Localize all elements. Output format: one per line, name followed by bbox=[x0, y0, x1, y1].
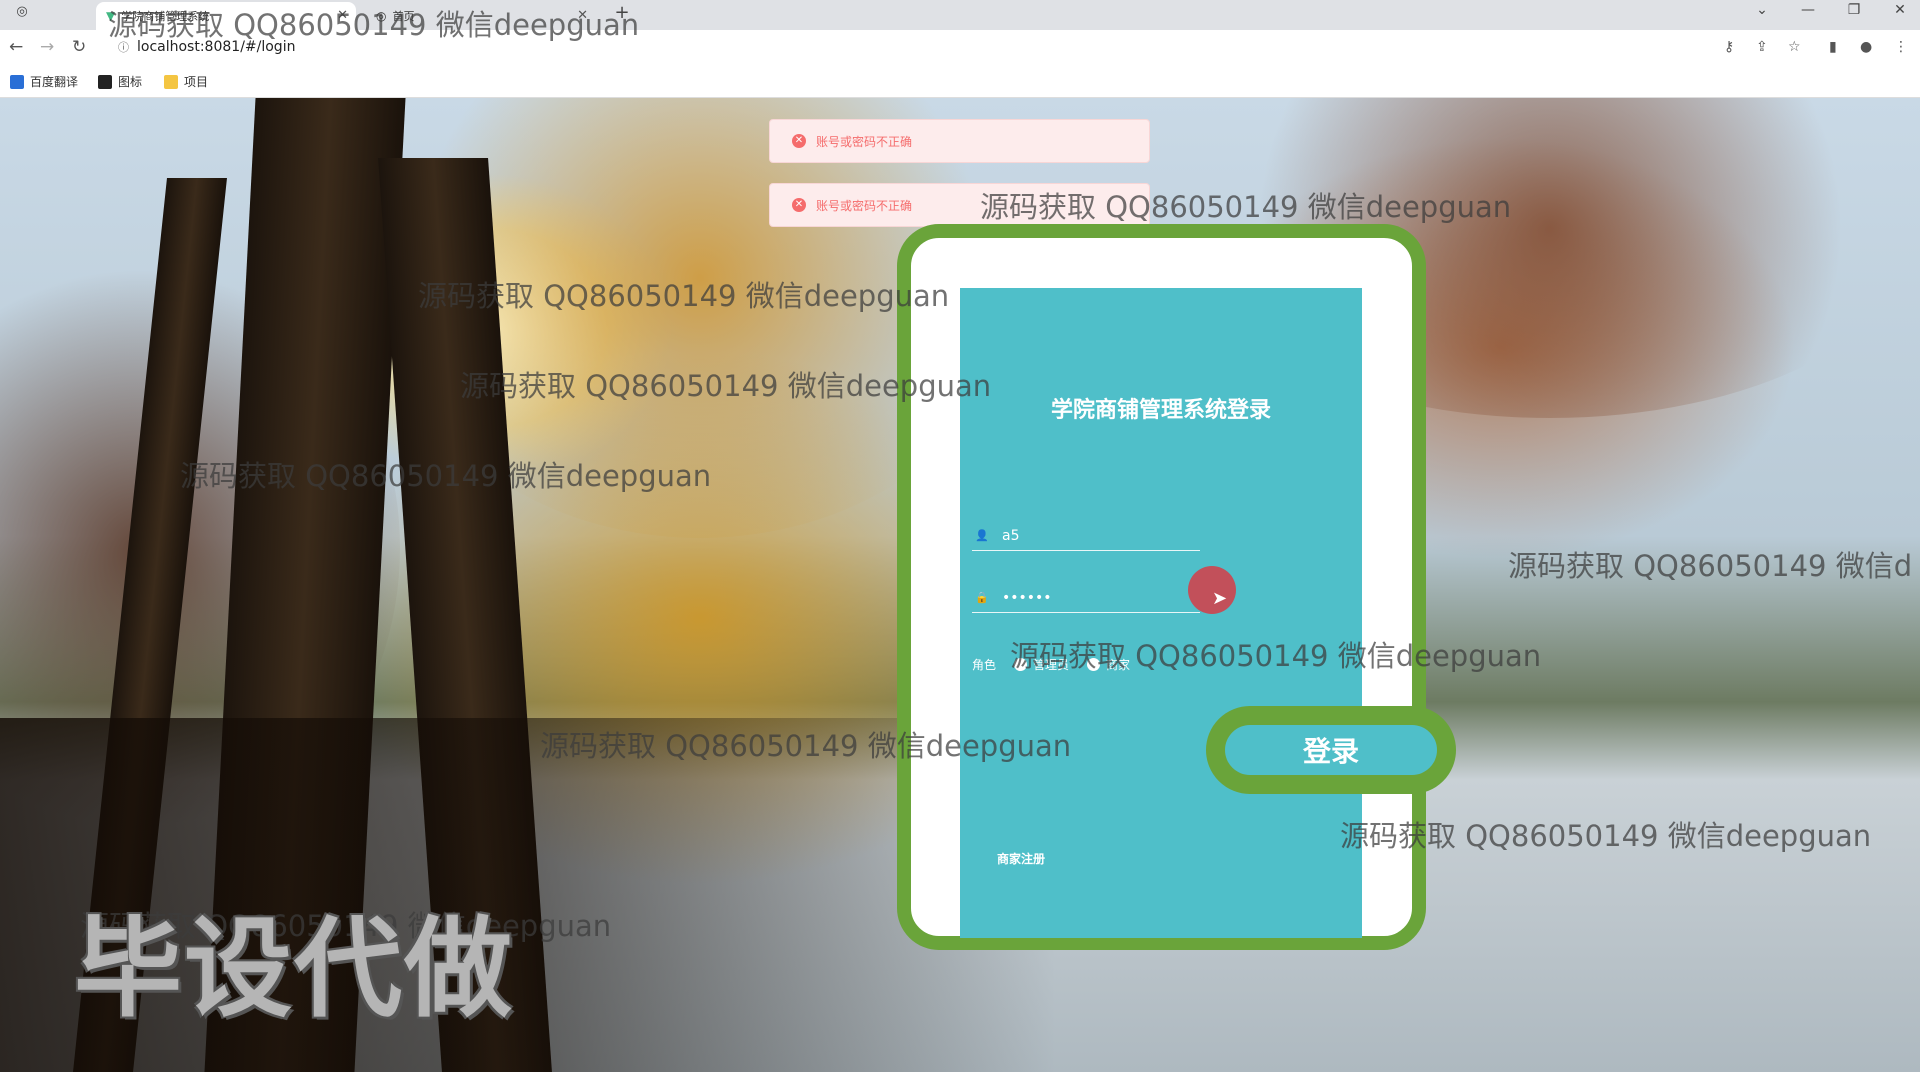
username-value: a5 bbox=[1002, 527, 1020, 544]
bookmark-baidu-translate[interactable]: 百度翻译 bbox=[10, 73, 78, 90]
screen: ◎ ▼ 学院商铺管理系统 ✕ ◎ 首页 ✕ + ⌄ — ❐ ✕ ← → ↻ ⓘ … bbox=[0, 0, 1920, 1072]
role-label: 角色 bbox=[972, 658, 997, 672]
page-title: 学院商铺管理系统登录 bbox=[1050, 398, 1271, 423]
folder-icon bbox=[164, 74, 178, 89]
mouse-cursor-icon: ➤ bbox=[1212, 588, 1228, 609]
watermark-text: 源码获取 QQ86050149 微信deepguan bbox=[418, 279, 950, 313]
key-icon[interactable]: ⚷ bbox=[1724, 39, 1734, 55]
username-field[interactable]: 👤 a5 bbox=[972, 521, 1200, 551]
watermark-text: 源码获取 QQ86050149 微信deepguan bbox=[180, 459, 712, 493]
more-menu-icon[interactable]: ⋮ bbox=[1894, 39, 1908, 55]
browser-menu-icon[interactable]: ◎ bbox=[12, 4, 32, 19]
tab-search-icon[interactable]: ⌄ bbox=[1752, 2, 1772, 18]
share-icon[interactable]: ⇪ bbox=[1756, 39, 1768, 55]
password-value: •••••• bbox=[1002, 589, 1052, 606]
star-icon[interactable]: ☆ bbox=[1788, 39, 1801, 55]
restore-button[interactable]: ❐ bbox=[1844, 2, 1864, 18]
login-button[interactable]: 登录 bbox=[1206, 706, 1456, 794]
back-icon[interactable]: ← bbox=[9, 37, 23, 57]
error-icon: ✕ bbox=[792, 198, 806, 212]
reload-icon[interactable]: ↻ bbox=[72, 37, 86, 57]
forward-icon[interactable]: → bbox=[40, 37, 54, 57]
user-icon: 👤 bbox=[975, 529, 989, 542]
error-icon: ✕ bbox=[792, 134, 806, 148]
watermark-text: 源码获取 QQ86050149 微信deepguan bbox=[1010, 639, 1542, 673]
login-button-label: 登录 bbox=[1225, 725, 1437, 775]
register-link[interactable]: 商家注册 bbox=[997, 850, 1045, 867]
big-watermark: 毕设代做 bbox=[74, 907, 515, 1032]
lock-icon: 🔒 bbox=[975, 591, 989, 604]
watermark-text: 源码获取 QQ86050149 微信deepguan bbox=[980, 190, 1512, 224]
watermark-text: 源码获取 QQ86050149 微信deepguan bbox=[1340, 819, 1872, 853]
minimize-button[interactable]: — bbox=[1798, 2, 1818, 18]
watermark-text: 源码获取 QQ86050149 微信deepguan bbox=[460, 369, 992, 403]
password-field[interactable]: 🔒 •••••• bbox=[972, 583, 1200, 613]
watermark-text: 源码获取 QQ86050149 微信deepguan bbox=[540, 729, 1072, 763]
image-icon bbox=[98, 74, 112, 89]
watermark-text: 源码获取 QQ86050149 微信deepguan bbox=[108, 8, 640, 42]
tab-blank[interactable] bbox=[40, 2, 84, 30]
error-toast: ✕ 账号或密码不正确 bbox=[769, 119, 1150, 163]
bookmark-icons[interactable]: 图标 bbox=[98, 73, 142, 90]
login-form: 学院商铺管理系统登录 👤 a5 🔒 •••••• 角色 管理员 商家 商家注册 bbox=[960, 288, 1362, 938]
translate-icon bbox=[10, 74, 24, 89]
bookmark-folder-projects[interactable]: 项目 bbox=[164, 73, 208, 90]
bookmarks-bar: 百度翻译 图标 项目 bbox=[0, 64, 1920, 98]
profile-icon[interactable]: ● bbox=[1860, 39, 1872, 55]
side-panel-icon[interactable]: ▮ bbox=[1829, 39, 1837, 55]
watermark-text: 源码获取 QQ86050149 微信d bbox=[1508, 549, 1913, 583]
close-window-button[interactable]: ✕ bbox=[1890, 2, 1910, 18]
